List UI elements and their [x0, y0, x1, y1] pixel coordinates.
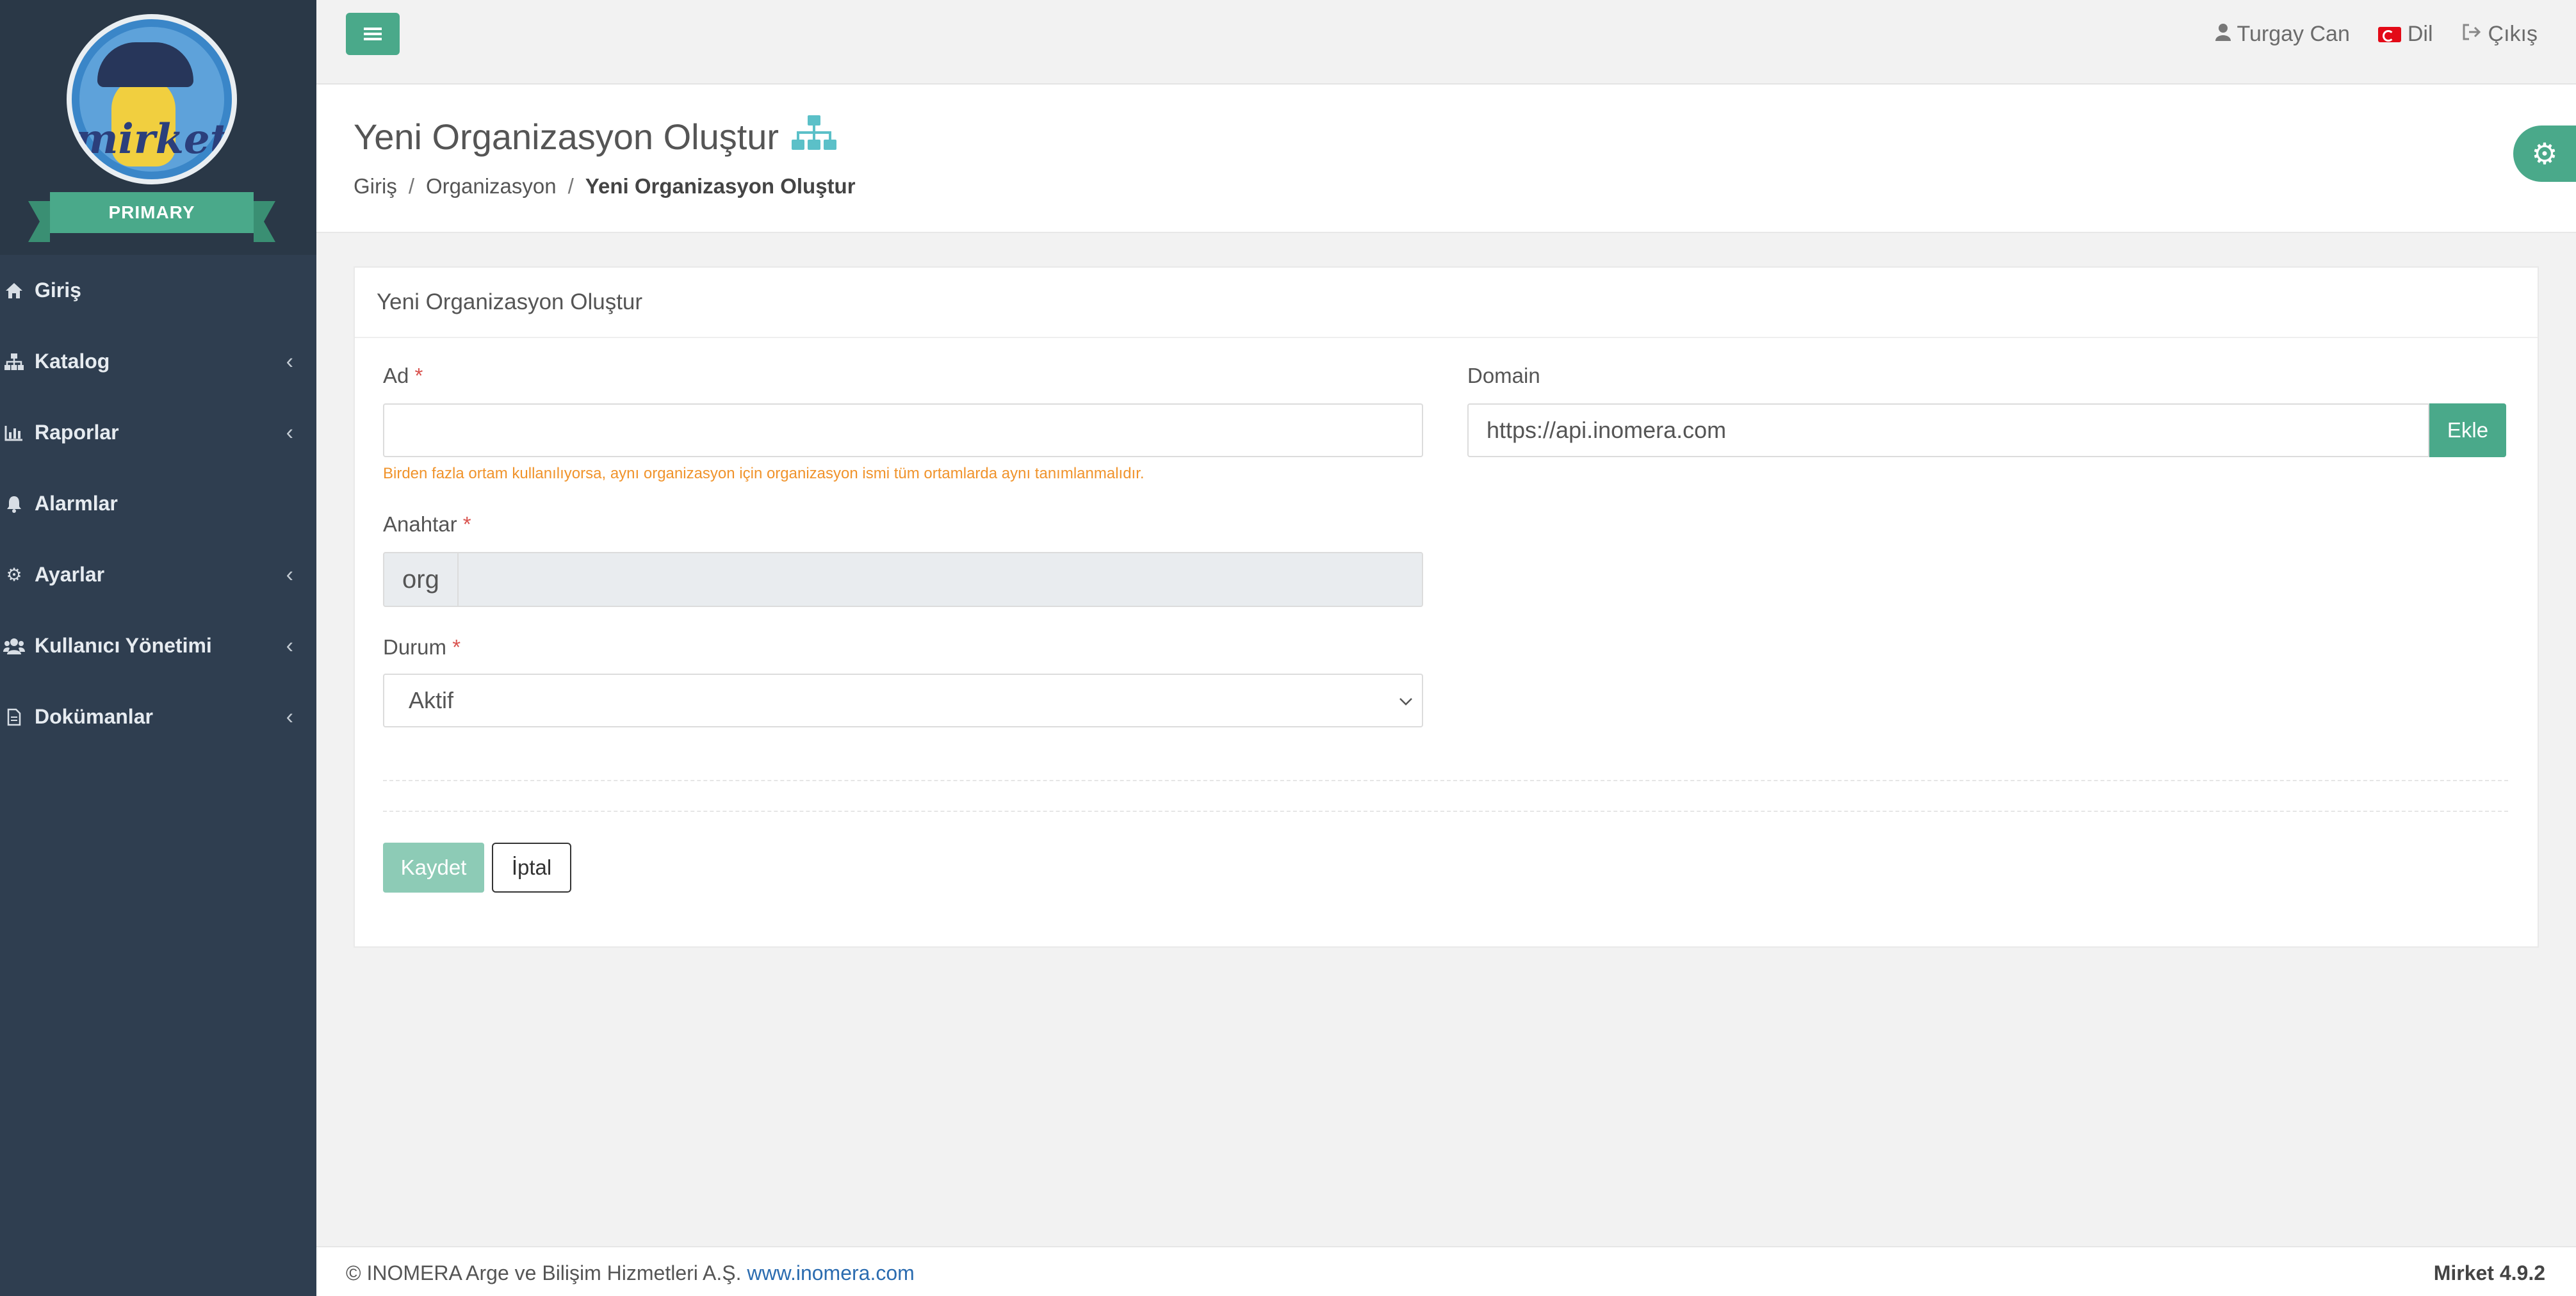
sidebar-item-label: Katalog	[35, 350, 110, 373]
footer-copyright: © INOMERA Arge ve Bilişim Hizmetleri A.Ş…	[346, 1261, 915, 1285]
sidebar-item-ayarlar[interactable]: ⚙ Ayarlar ‹	[0, 539, 316, 610]
user-name: Turgay Can	[2237, 22, 2350, 46]
domain-label: Domain	[1467, 364, 1540, 387]
key-prefix: org	[384, 553, 459, 606]
users-icon	[3, 636, 26, 656]
bell-icon	[3, 494, 26, 514]
top-header: Turgay Can Dil Çıkış	[316, 0, 2576, 85]
page-title: Yeni Organizasyon Oluştur	[354, 114, 838, 159]
page-title-text: Yeni Organizasyon Oluştur	[354, 117, 779, 157]
page-header: Yeni Organizasyon Oluştur Giriş / Organi…	[316, 85, 2576, 233]
card-title: Yeni Organizasyon Oluştur	[355, 268, 2538, 338]
status-select-value: Aktif	[409, 687, 454, 713]
sidebar-item-kullanici-yonetimi[interactable]: Kullanıcı Yönetimi ‹	[0, 610, 316, 681]
chevron-left-icon: ‹	[286, 349, 293, 373]
gears-icon: ⚙	[6, 565, 22, 585]
name-label: Ad *	[383, 364, 423, 388]
chevron-left-icon: ‹	[286, 633, 293, 658]
key-input[interactable]: org	[383, 552, 1423, 607]
cancel-button[interactable]: İptal	[492, 843, 571, 893]
required-mark: *	[414, 364, 423, 387]
sidebar-item-dokumanlar[interactable]: Dokümanlar ‹	[0, 681, 316, 752]
chevron-left-icon: ‹	[286, 562, 293, 587]
save-button[interactable]: Kaydet	[383, 843, 484, 893]
company-link[interactable]: www.inomera.com	[747, 1261, 914, 1284]
name-label-text: Ad	[383, 364, 409, 387]
language-label: Dil	[2407, 22, 2433, 46]
sidebar-item-label: Kullanıcı Yönetimi	[35, 634, 212, 657]
sidebar-item-label: Alarmlar	[35, 492, 118, 515]
environment-badge: PRIMARY	[28, 192, 275, 242]
chevron-left-icon: ‹	[286, 420, 293, 444]
status-select[interactable]: Aktif	[383, 674, 1423, 727]
breadcrumb-separator: /	[567, 174, 574, 198]
footer: © INOMERA Arge ve Bilişim Hizmetleri A.Ş…	[316, 1246, 2576, 1296]
app-version: Mirket 4.9.2	[2433, 1261, 2545, 1284]
header-actions: Turgay Can Dil Çıkış	[2187, 22, 2538, 47]
settings-fab[interactable]: ⚙	[2513, 126, 2576, 182]
chevron-left-icon: ‹	[286, 704, 293, 729]
user-icon	[2215, 22, 2231, 47]
language-menu[interactable]: Dil	[2377, 22, 2433, 47]
chevron-down-icon	[1399, 690, 1413, 711]
gears-icon: ⚙	[2531, 137, 2558, 170]
breadcrumb-home[interactable]: Giriş	[354, 174, 397, 198]
sidebar: mirket PRIMARY Giriş Katalog ‹ Raporlar …	[0, 0, 316, 1296]
logo-text: mirket	[74, 115, 229, 163]
name-input[interactable]	[383, 403, 1423, 457]
create-organization-card: Yeni Organizasyon Oluştur Ad * Birden fa…	[354, 266, 2539, 948]
document-icon	[3, 708, 26, 727]
logout-link[interactable]: Çıkış	[2461, 22, 2538, 47]
menu-toggle-button[interactable]	[346, 13, 400, 55]
key-label: Anahtar *	[383, 512, 471, 537]
logo-area: mirket PRIMARY	[0, 0, 316, 255]
sitemap-icon	[790, 114, 838, 159]
divider	[383, 811, 2508, 812]
sidebar-item-raporlar[interactable]: Raporlar ‹	[0, 397, 316, 468]
required-mark: *	[452, 635, 461, 659]
divider	[383, 780, 2508, 781]
user-menu[interactable]: Turgay Can	[2215, 22, 2350, 47]
mirket-logo[interactable]: mirket	[67, 14, 237, 184]
home-icon	[3, 281, 26, 300]
sidebar-item-alarmlar[interactable]: Alarmlar	[0, 468, 316, 539]
status-label: Durum *	[383, 635, 461, 660]
key-label-text: Anahtar	[383, 512, 457, 536]
sidebar-item-katalog[interactable]: Katalog ‹	[0, 326, 316, 397]
sidebar-item-giris[interactable]: Giriş	[0, 255, 316, 326]
breadcrumb-separator: /	[408, 174, 414, 198]
copyright-text: © INOMERA Arge ve Bilişim Hizmetleri A.Ş…	[346, 1261, 742, 1284]
name-hint: Birden fazla ortam kullanılıyorsa, aynı …	[383, 465, 1145, 482]
sitemap-icon	[3, 352, 26, 371]
hamburger-icon	[364, 20, 382, 48]
sign-out-icon	[2461, 22, 2482, 47]
turkish-flag-icon	[2377, 26, 2401, 42]
breadcrumb: Giriş / Organizasyon / Yeni Organizasyon…	[354, 174, 856, 198]
breadcrumb-organizasyon[interactable]: Organizasyon	[426, 174, 557, 198]
sidebar-item-label: Raporlar	[35, 421, 119, 444]
breadcrumb-current: Yeni Organizasyon Oluştur	[585, 174, 856, 198]
sidebar-item-label: Giriş	[35, 279, 81, 302]
sidebar-nav: Giriş Katalog ‹ Raporlar ‹ Alarmlar ⚙ Ay…	[0, 255, 316, 752]
sidebar-item-label: Ayarlar	[35, 563, 105, 586]
add-domain-button[interactable]: Ekle	[2429, 403, 2506, 457]
chart-icon	[3, 423, 26, 442]
required-mark: *	[462, 512, 471, 536]
sidebar-item-label: Dokümanlar	[35, 705, 153, 728]
logout-label: Çıkış	[2488, 22, 2538, 46]
status-label-text: Durum	[383, 635, 447, 659]
domain-input[interactable]: https://api.inomera.com	[1467, 403, 2429, 457]
